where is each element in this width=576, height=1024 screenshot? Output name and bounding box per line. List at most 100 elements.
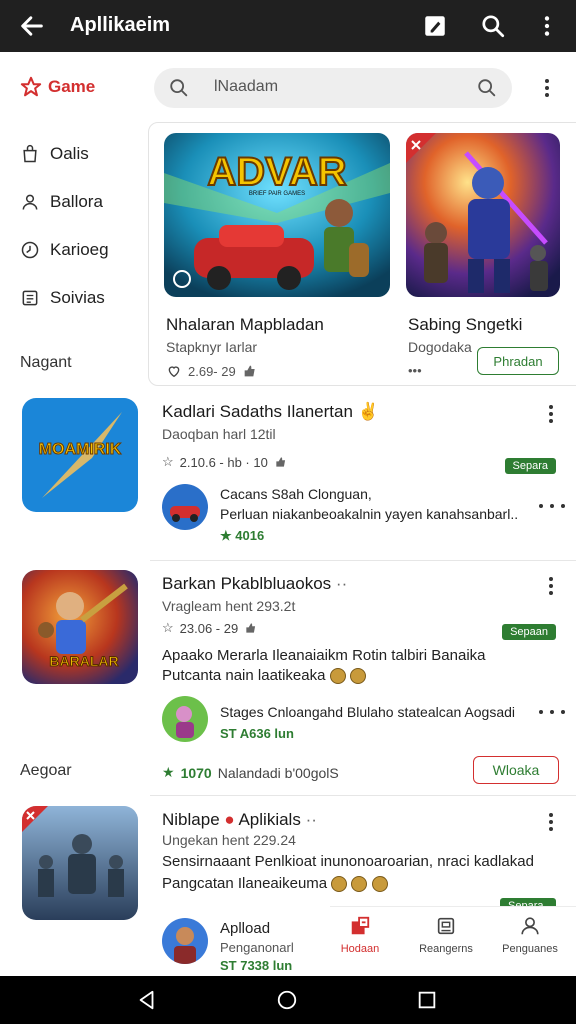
sidebar-item-label: Ballora xyxy=(50,192,103,211)
list-item[interactable]: MOAMIRIK Kadlari Sadaths Ilanertan ✌ Dao… xyxy=(0,398,576,558)
tab-penguanes[interactable]: Penguanes xyxy=(490,915,570,955)
related-price: ST 7338 lun xyxy=(220,958,293,973)
art-title: ADVAR xyxy=(207,150,346,194)
featured-meta: 2.69- 29 xyxy=(166,363,258,379)
back-arrow-icon[interactable] xyxy=(18,12,46,40)
sidebar-brand[interactable]: Game xyxy=(20,76,95,98)
bag-icon xyxy=(23,144,37,163)
list-item[interactable]: BARALAR Barkan Pkablbluaokos ·· Vragleam… xyxy=(0,570,576,790)
action-button[interactable]: Wloaka xyxy=(473,756,559,784)
more-options-icon[interactable] xyxy=(541,810,561,834)
status-badge: Separa xyxy=(504,458,556,474)
featured-carousel: ADVAR BRIEF PAIR GAMES Nhalaran Mapblada… xyxy=(148,122,576,386)
star-icon: ★ xyxy=(220,528,232,543)
related-item[interactable]: Stages Cnloangahd Blulaho statealcan Aog… xyxy=(162,696,562,748)
app-title: Niblape ● Aplikials ·· xyxy=(162,810,317,829)
home-circle-icon[interactable] xyxy=(276,989,298,1011)
more-options-icon[interactable] xyxy=(539,708,565,716)
app-footer: ★ 1070 Nalandadi b'00golS xyxy=(162,764,339,781)
thumb-icon xyxy=(246,623,256,633)
sidebar-item-oalis[interactable]: Oalis xyxy=(20,144,89,164)
app-description: Sensirnaaant Penlkioat inunonoaroarian, … xyxy=(162,853,534,870)
search-icon[interactable] xyxy=(476,77,498,99)
app-title: Barkan Pkablbluaokos ·· xyxy=(162,574,348,593)
related-thumbnail xyxy=(162,696,208,742)
sidebar-item-label: Soivias xyxy=(50,288,105,307)
featured-subtitle: Dogodaka xyxy=(408,339,472,355)
related-title: Stages Cnloangahd Blulaho statealcan Aog… xyxy=(220,704,515,720)
tab-label: Penguanes xyxy=(502,943,558,955)
app-thumbnail: MOAMIRIK xyxy=(22,398,138,512)
back-triangle-icon[interactable] xyxy=(136,989,158,1011)
featured-card-1[interactable]: ADVAR BRIEF PAIR GAMES Nhalaran Mapblada… xyxy=(164,133,390,379)
related-price: ★ 4016 xyxy=(220,528,265,543)
app-title: Kadlari Sadaths Ilanertan ✌ xyxy=(162,402,379,421)
tab-label: Reangerns xyxy=(419,943,473,955)
featured-card-2[interactable]: Sabing Sngetki Dogodaka ••• xyxy=(406,133,560,378)
featured-subtitle: Stapknyr Iarlar xyxy=(166,339,258,355)
app-subtitle: Daoqban harl 12til xyxy=(162,426,276,442)
app-description: Pangcatan Ilaneaikeuma xyxy=(162,874,388,894)
featured-meta-text: 2.69- 29 xyxy=(188,363,236,379)
bottom-navigation: Hodaan Reangerns Penguanes xyxy=(330,906,576,972)
app-subtitle: Vragleam hent 293.2t xyxy=(162,598,296,614)
thumb-icon xyxy=(276,457,285,467)
search-bar[interactable]: lNaadam xyxy=(154,68,512,108)
thumb-icon xyxy=(244,365,255,377)
star-outline-icon: ☆ xyxy=(162,454,174,469)
overflow-menu-icon[interactable] xyxy=(534,13,560,39)
app-meta: ☆ 23.06 - 29 xyxy=(162,620,258,636)
divider xyxy=(150,795,576,796)
related-subtitle: Penganonarl xyxy=(220,940,294,955)
more-options-icon[interactable] xyxy=(537,76,557,100)
sidebar-item-karioeg[interactable]: Karioeg xyxy=(20,240,109,260)
game-art: ADVAR BRIEF PAIR GAMES xyxy=(164,133,390,297)
star-icon: ★ xyxy=(162,764,175,780)
status-badge: Sepaan xyxy=(502,624,556,640)
search-input[interactable]: lNaadam xyxy=(214,78,278,96)
featured-action-button[interactable]: Phradan xyxy=(477,347,559,375)
search-icon xyxy=(170,79,188,97)
app-thumbnail xyxy=(22,806,138,920)
thumb-text: MOAMIRIK xyxy=(39,441,122,458)
more-options-icon[interactable] xyxy=(541,402,561,426)
related-item[interactable]: Aplload Penganonarl ST 7338 lun xyxy=(162,918,322,973)
app-bar: Apllikaeim xyxy=(0,0,576,52)
system-navigation-bar xyxy=(0,976,576,1024)
person-icon xyxy=(22,194,38,210)
art-subtitle: BRIEF PAIR GAMES xyxy=(249,191,305,197)
app-title: Apllikaeim xyxy=(70,14,171,36)
related-title: Aplload xyxy=(220,920,271,937)
edit-icon[interactable] xyxy=(422,13,448,39)
section-label: Nagant xyxy=(20,354,72,371)
star-icon xyxy=(20,76,42,97)
featured-name: Nhalaran Mapbladan xyxy=(166,315,324,334)
recents-square-icon[interactable] xyxy=(416,989,438,1011)
brand-label: Game xyxy=(48,77,96,96)
related-thumbnail xyxy=(162,918,208,964)
featured-name: Sabing Sngetki xyxy=(408,315,523,334)
related-item[interactable]: Cacans S8ah Clonguan, Perluan niakanbeoa… xyxy=(162,484,562,543)
thumb-text: BARALAR xyxy=(49,653,118,669)
person-icon xyxy=(521,917,539,935)
game-art xyxy=(406,133,560,297)
more-options-icon[interactable] xyxy=(541,574,561,598)
search-icon[interactable] xyxy=(480,13,506,39)
related-price: ST A636 lun xyxy=(220,726,294,741)
document-icon xyxy=(22,290,38,306)
heart-icon[interactable] xyxy=(166,363,182,379)
sidebar-item-label: Karioeg xyxy=(50,240,109,259)
clock-icon xyxy=(21,241,39,259)
divider xyxy=(150,560,576,561)
app-description: Apaako Merarla Ileanaiaikm Rotin talbiri… xyxy=(162,647,486,664)
sidebar-item-soivias[interactable]: Soivias xyxy=(20,288,105,308)
related-title: Cacans S8ah Clonguan, xyxy=(220,486,372,502)
app-meta: ☆ 2.10.6 - hb · 10 xyxy=(162,454,288,470)
sidebar-item-ballora[interactable]: Ballora xyxy=(20,192,103,212)
tab-reangerns[interactable]: Reangerns xyxy=(406,915,486,955)
app-description: Putcanta nain laatikeaka xyxy=(162,666,366,686)
more-options-icon[interactable] xyxy=(539,502,565,510)
tab-hodaan[interactable]: Hodaan xyxy=(320,915,400,955)
app-thumbnail: BARALAR xyxy=(22,570,138,684)
sidebar-item-label: Oalis xyxy=(50,144,89,163)
